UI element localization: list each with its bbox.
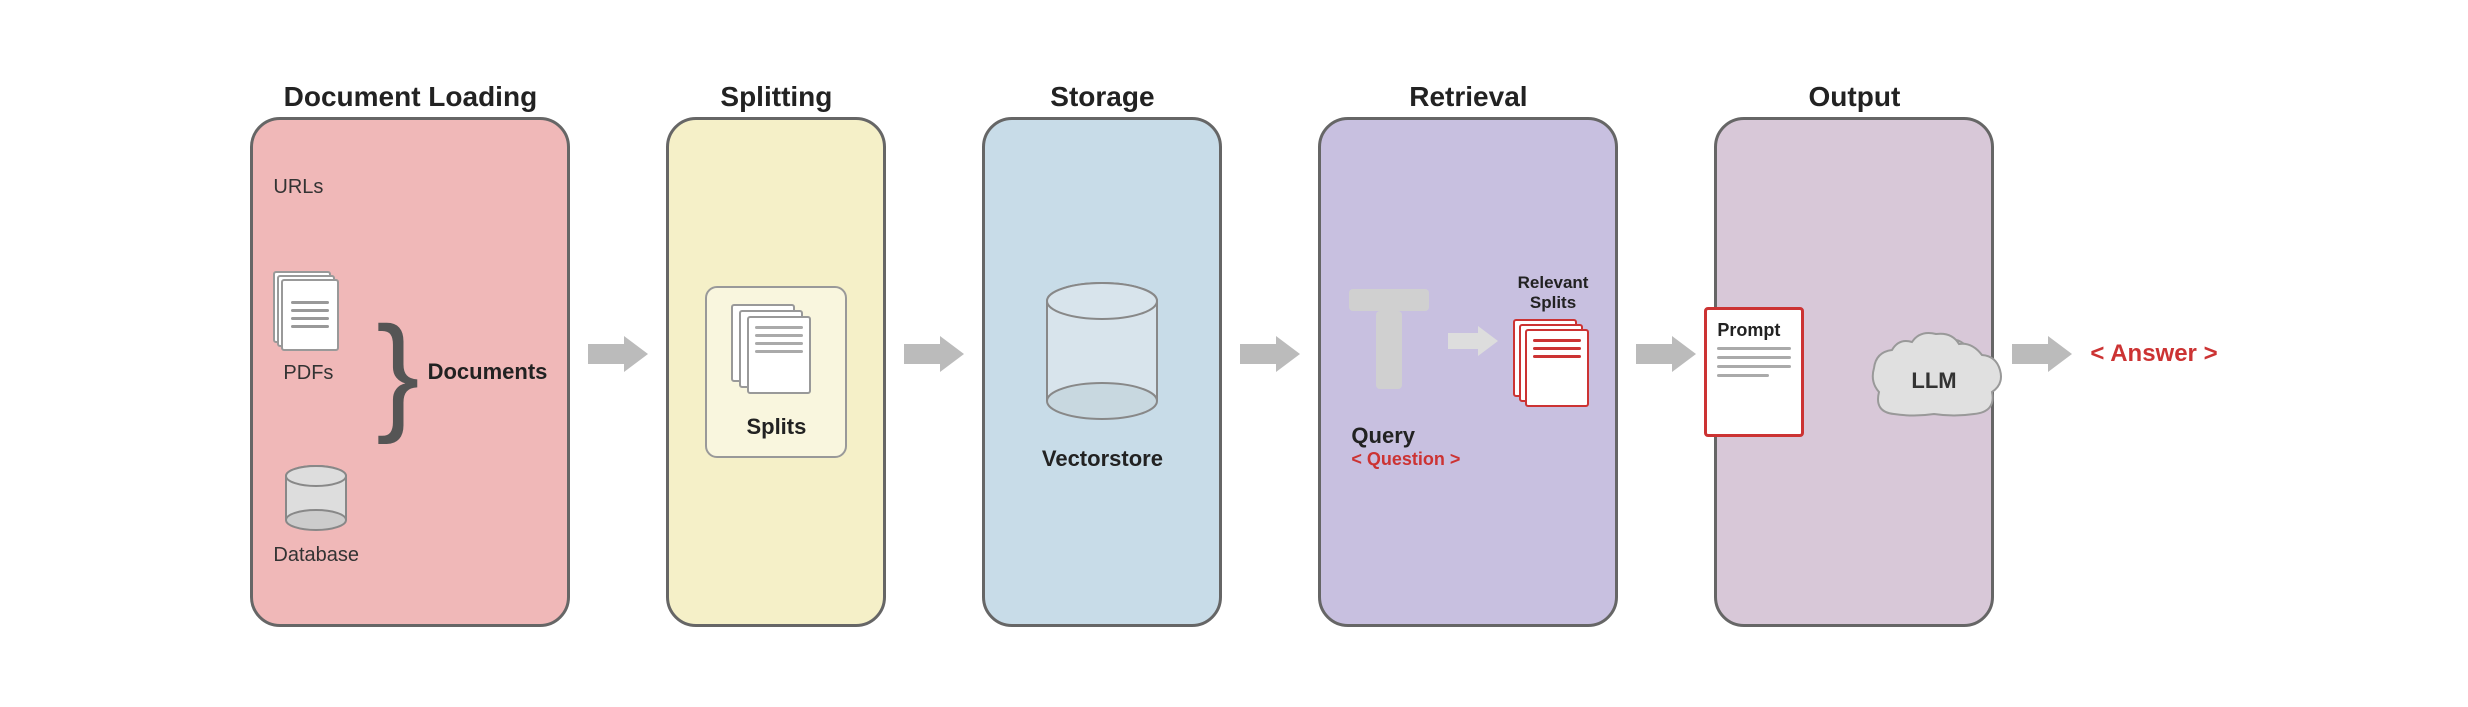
answer-label: < Answer >	[2090, 340, 2217, 368]
pdf-page1	[281, 279, 339, 351]
diagram-container: Document Loading URLs	[0, 0, 2468, 707]
curly-brace: }	[376, 307, 419, 437]
relevant-splits-group: Relevant Splits	[1513, 273, 1593, 409]
pdf-icon	[273, 271, 343, 356]
svg-text:LLM: LLM	[1912, 368, 1957, 393]
urls-label: URLs	[273, 176, 323, 199]
prompt-line-2	[1717, 356, 1791, 359]
doc-loading-box: URLs	[250, 117, 570, 627]
splits-inner: Splits	[705, 286, 847, 458]
stage-doc-loading: Document Loading URLs	[250, 81, 570, 627]
arrow-svg-1	[588, 336, 648, 372]
retrieval-inner: Relevant Splits	[1341, 140, 1595, 604]
cylinder-svg	[1027, 271, 1177, 431]
arrow-1	[588, 336, 648, 372]
arrow-svg-5	[2012, 336, 2072, 372]
source-pdfs: PDFs	[273, 271, 343, 385]
doc-loading-title: Document Loading	[284, 81, 538, 113]
query-arrow-svg	[1344, 284, 1434, 394]
splits-label: Splits	[746, 414, 806, 440]
retrieval-title: Retrieval	[1409, 81, 1527, 113]
documents-label: Documents	[428, 359, 548, 385]
question-label: < Question >	[1351, 449, 1460, 470]
doc-sources: URLs	[273, 140, 374, 604]
rel-page1	[1525, 329, 1589, 407]
split-page1	[747, 316, 811, 394]
arrow-svg-4	[1636, 336, 1696, 372]
query-label: Query	[1351, 423, 1415, 449]
arrow-5	[2012, 336, 2072, 372]
database-label: Database	[273, 544, 359, 567]
arrow-2	[904, 336, 964, 372]
prompt-line-4	[1717, 374, 1769, 377]
storage-title: Storage	[1050, 81, 1154, 113]
source-database: Database	[273, 458, 359, 567]
vectorstore-inner: Vectorstore	[1027, 271, 1177, 472]
splitting-title: Splitting	[720, 81, 832, 113]
db-svg	[276, 458, 356, 538]
query-section: Query < Question >	[1341, 423, 1595, 470]
arrow-svg-3	[1240, 336, 1300, 372]
arrow-svg-2	[904, 336, 964, 372]
prompt-doc: Prompt	[1704, 307, 1804, 437]
query-arrow-icon	[1344, 284, 1434, 399]
retrieval-top-row: Relevant Splits	[1341, 273, 1595, 409]
cloud-svg: LLM	[1864, 322, 2004, 422]
arrow-4	[1636, 336, 1696, 372]
storage-box: Vectorstore	[982, 117, 1222, 627]
stage-storage: Storage Vectorstore	[982, 81, 1222, 627]
prompt-line-1	[1717, 347, 1791, 350]
source-urls: URLs	[273, 176, 323, 199]
llm-group: LLM	[1864, 322, 2004, 422]
pdfs-label: PDFs	[283, 362, 333, 385]
splits-icon	[731, 304, 821, 404]
vectorstore-label: Vectorstore	[1042, 446, 1163, 472]
prompt-group: Prompt	[1704, 307, 1804, 437]
retrieval-box: Relevant Splits	[1318, 117, 1618, 627]
splitting-box: Splits	[666, 117, 886, 627]
prompt-label: Prompt	[1717, 320, 1780, 341]
output-box: Prompt	[1714, 117, 1994, 627]
stage-splitting: Splitting Splits	[666, 81, 886, 627]
inner-arrow-svg	[1448, 326, 1498, 356]
relevant-splits-title: Relevant Splits	[1518, 273, 1589, 313]
cylinder-icon	[1027, 271, 1177, 436]
arrow-3	[1240, 336, 1300, 372]
prompt-line-3	[1717, 365, 1791, 368]
output-title: Output	[1809, 81, 1901, 113]
rel-splits-icon	[1513, 319, 1593, 409]
db-icon	[276, 458, 356, 538]
output-inner: Prompt	[1737, 140, 1971, 604]
doc-loading-inner: URLs	[273, 140, 547, 604]
stage-retrieval: Retrieval	[1318, 81, 1618, 627]
stage-output: Output Prompt	[1714, 81, 1994, 627]
